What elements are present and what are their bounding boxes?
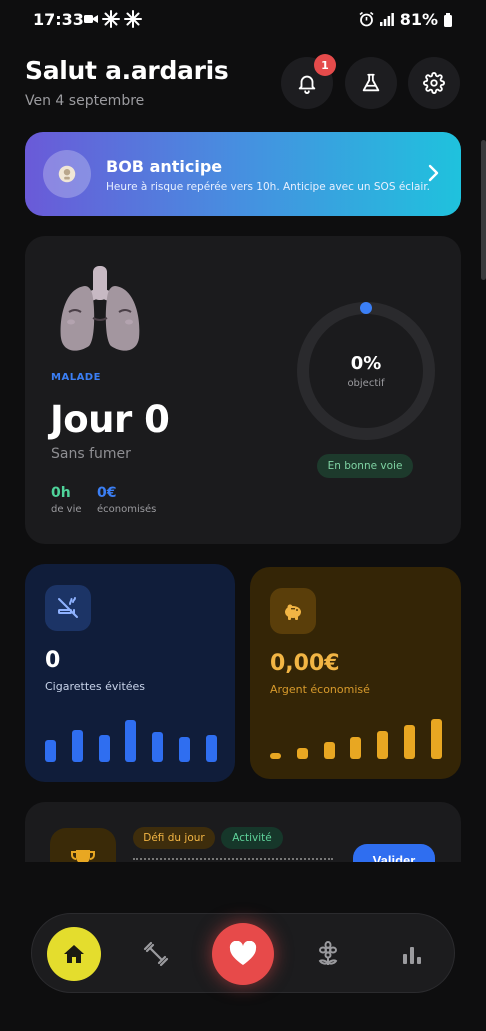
money-saved-total: 0,00€ xyxy=(270,651,340,676)
status-bar: 17:33 81% xyxy=(0,0,486,40)
challenge-text-clipped xyxy=(133,858,333,862)
life-gained-stat: 0h de vie xyxy=(51,485,82,515)
day-subtitle: Sans fumer xyxy=(51,446,131,462)
piggy-bank-icon xyxy=(285,604,301,620)
bob-title: BOB anticipe xyxy=(106,157,223,176)
status-notification-icons xyxy=(84,10,142,28)
home-icon xyxy=(64,945,84,963)
objective-percent: 0% xyxy=(350,353,382,374)
lab-button[interactable] xyxy=(345,57,397,109)
cigarettes-avoided-value: 0 xyxy=(45,648,61,673)
status-system-icons: 81% xyxy=(359,10,452,29)
bottom-navigation xyxy=(31,913,455,993)
money-saved-stat: 0€ économisés xyxy=(97,485,156,515)
chevron-right-icon xyxy=(428,164,439,182)
cigarettes-bar xyxy=(152,732,164,762)
nav-stats[interactable] xyxy=(390,934,434,974)
activity-tag: Activité xyxy=(221,827,283,849)
cigarettes-bar xyxy=(45,740,56,762)
cigarettes-avoided-card[interactable]: 0 Cigarettes évitées xyxy=(25,564,235,782)
date-label: Ven 4 septembre xyxy=(25,93,145,109)
money-bar xyxy=(296,748,308,759)
money-saved-card-label: Argent économisé xyxy=(270,683,370,696)
dumbbell-icon xyxy=(143,941,169,967)
nav-exercise[interactable] xyxy=(134,934,178,974)
battery-percent: 81% xyxy=(399,10,438,29)
money-bar-chart xyxy=(270,715,442,759)
money-bar xyxy=(270,753,281,759)
notifications-button[interactable]: 1 xyxy=(281,54,336,109)
no-smoking-icon-box xyxy=(45,585,91,631)
money-bar xyxy=(430,719,442,759)
video-camera-icon xyxy=(84,15,98,23)
cigarettes-bar-chart xyxy=(45,718,217,762)
money-saved-card[interactable]: 0,00€ Argent économisé xyxy=(250,567,461,779)
money-bar xyxy=(377,731,389,759)
brain-head-icon xyxy=(58,165,76,183)
piggy-bank-icon-box xyxy=(270,588,316,634)
cigarettes-bar xyxy=(179,737,191,762)
objective-label: objectif xyxy=(347,378,385,389)
trophy-icon-box xyxy=(50,828,116,862)
bell-icon xyxy=(298,75,316,94)
battery-icon xyxy=(444,12,452,27)
money-bar xyxy=(404,725,416,759)
nav-sos-heart[interactable] xyxy=(212,923,274,985)
gear-icon xyxy=(423,72,445,94)
sick-lungs-icon xyxy=(60,266,140,351)
cigarettes-avoided-label: Cigarettes évitées xyxy=(45,680,146,693)
bob-message: Heure à risque repérée vers 10h. Anticip… xyxy=(106,181,431,193)
day-counter: Jour 0 xyxy=(50,398,170,441)
status-time: 17:33 xyxy=(33,10,84,29)
validate-button[interactable]: Valider xyxy=(353,844,435,862)
life-gained-value: 0h xyxy=(51,485,71,501)
heart-icon xyxy=(229,941,257,965)
flower-icon xyxy=(318,941,338,965)
notification-badge: 1 xyxy=(314,54,336,76)
nav-home[interactable] xyxy=(47,927,101,981)
daily-challenge-viewport: Défi du jour Activité Valider xyxy=(25,802,461,862)
progress-card: MALADE Jour 0 Sans fumer 0h de vie 0€ éc… xyxy=(25,236,461,544)
signal-icon xyxy=(379,13,394,26)
alarm-icon xyxy=(359,12,374,27)
bob-anticipe-banner[interactable]: BOB anticipe Heure à risque repérée vers… xyxy=(25,132,461,216)
money-bar xyxy=(323,742,335,759)
trophy-icon xyxy=(71,850,95,862)
daily-challenge-card: Défi du jour Activité Valider xyxy=(25,802,461,862)
cigarettes-bar xyxy=(205,735,217,762)
life-gained-label: de vie xyxy=(51,504,82,515)
sparkle-icon xyxy=(102,10,120,28)
flask-icon xyxy=(362,73,380,92)
money-saved-label: économisés xyxy=(97,504,157,515)
bob-avatar xyxy=(43,150,91,198)
bar-chart-icon xyxy=(403,947,421,964)
cigarettes-bar xyxy=(71,730,83,762)
no-smoking-icon xyxy=(58,597,78,618)
daily-challenge-tag: Défi du jour xyxy=(133,827,215,849)
scrollbar-thumb[interactable] xyxy=(481,140,486,280)
money-bar xyxy=(350,737,362,759)
health-status-label: MALADE xyxy=(51,372,101,383)
objective-ring: 0% objectif xyxy=(295,300,437,442)
money-saved-value: 0€ xyxy=(97,485,117,501)
sparkle-icon xyxy=(124,10,142,28)
cigarettes-bar xyxy=(98,735,110,762)
on-track-pill: En bonne voie xyxy=(317,454,413,478)
cigarettes-bar xyxy=(125,720,137,762)
settings-button[interactable] xyxy=(408,57,460,109)
nav-wellbeing[interactable] xyxy=(306,934,350,974)
greeting-title: Salut a.ardaris xyxy=(25,56,229,85)
